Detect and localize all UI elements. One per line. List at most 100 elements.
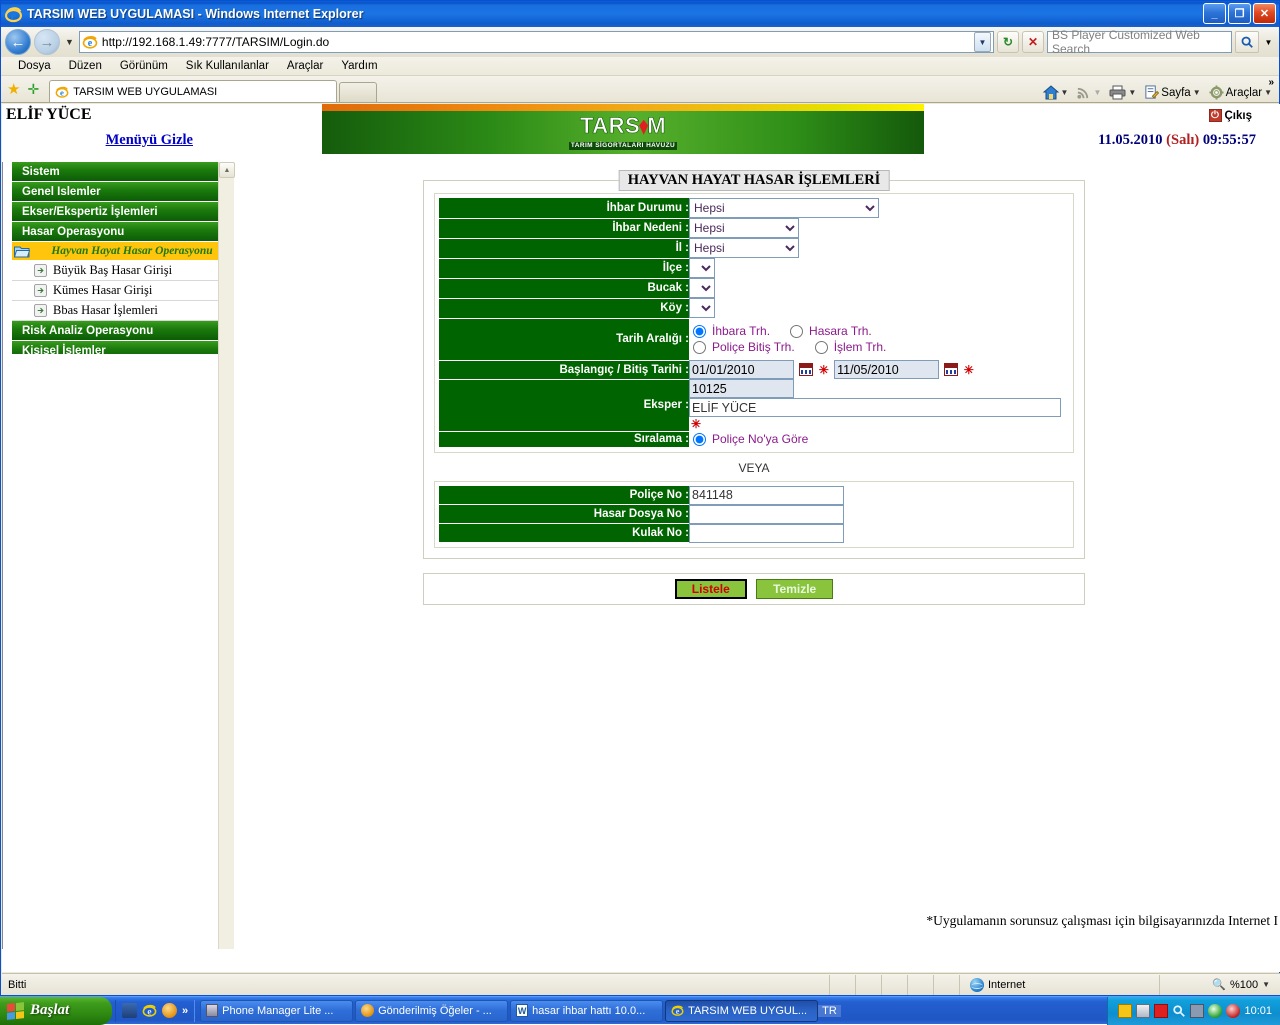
quicklaunch-ie-icon[interactable]: e xyxy=(142,1003,157,1018)
taskbar-item-tarsim-web[interactable]: e TARSIM WEB UYGUL... xyxy=(665,999,819,1022)
row-siralama: Sıralama : Poliçe No'ya Göre xyxy=(439,431,1069,448)
security-zone[interactable]: Internet xyxy=(960,974,1160,995)
refresh-button[interactable]: ↻ xyxy=(997,31,1019,53)
home-button[interactable]: ▼ xyxy=(1040,85,1072,100)
home-icon xyxy=(1042,85,1059,100)
il-select[interactable]: Hepsi xyxy=(689,238,799,258)
sidebar-item-sistem[interactable]: Sistem xyxy=(12,162,228,182)
quicklaunch-app3-icon[interactable] xyxy=(162,1003,177,1018)
status-red-icon[interactable] xyxy=(1226,1003,1241,1018)
tools-menu-button[interactable]: Araçlar ▼ xyxy=(1206,85,1275,100)
ihbar-durumu-select[interactable]: Hepsi xyxy=(689,198,879,218)
page-menu-dropdown-icon[interactable]: ▼ xyxy=(1193,88,1201,97)
baslangic-tarihi-input[interactable] xyxy=(689,360,794,379)
sidebar-item-risk-analiz-operasyonu[interactable]: Risk Analiz Operasyonu xyxy=(12,321,228,341)
zoom-dropdown-icon[interactable]: ▼ xyxy=(1262,980,1270,989)
sidebar-item-hasar-operasyonu[interactable]: Hasar Operasyonu xyxy=(12,222,228,242)
bucak-select[interactable] xyxy=(689,278,715,298)
add-favorite-icon[interactable]: ✛ xyxy=(27,81,39,98)
back-button[interactable]: ← xyxy=(5,29,31,55)
temizle-button[interactable]: Temizle xyxy=(756,579,834,599)
eksper-kod-input[interactable] xyxy=(689,379,794,398)
calendar-icon[interactable] xyxy=(944,362,959,376)
favorites-star-icon[interactable]: ★ xyxy=(7,80,20,98)
sidebar-item-kisisel-islemler[interactable]: Kişisel İşlemler xyxy=(12,341,228,354)
menu-item-duzen[interactable]: Düzen xyxy=(60,60,111,72)
siralama-radio-row: Poliçe No'ya Göre xyxy=(689,431,1069,447)
ihbar-nedeni-select[interactable]: Hepsi xyxy=(689,218,799,238)
status-green-icon[interactable] xyxy=(1208,1003,1223,1018)
koy-select[interactable] xyxy=(689,298,715,318)
sidebar-subitem-buyuk-bas-hasar-girisi[interactable]: Büyük Baş Hasar Girişi xyxy=(12,261,228,281)
search-tray-icon[interactable] xyxy=(1172,1004,1186,1018)
row-koy: Köy : xyxy=(439,298,1069,319)
label-baslangic-bitis: Başlangıç / Bitiş Tarihi : xyxy=(439,360,689,380)
history-dropdown-icon[interactable]: ▼ xyxy=(63,37,76,47)
main-content-frame: TARS M TARIM SİGORTALARI HAVUZU ⏻ Çıkış 1… xyxy=(238,104,1280,972)
hasar-dosya-no-input[interactable] xyxy=(689,504,844,524)
sidebar-subitem-kumes-hasar-girisi[interactable]: Kümes Hasar Girişi xyxy=(12,281,228,301)
sidebar-item-eksper-ekspertiz[interactable]: Ekser/Ekspertiz İşlemleri xyxy=(12,202,228,222)
sidebar-subitem-bbas-hasar-islemleri[interactable]: Bbas Hasar İşlemleri xyxy=(12,301,228,321)
ilce-select[interactable] xyxy=(689,258,715,278)
zoom-control[interactable]: 🔍 %100 ▼ xyxy=(1160,978,1280,992)
radio-ihbara-trh[interactable] xyxy=(693,324,706,338)
menu-item-gorunum[interactable]: Görünüm xyxy=(111,60,177,72)
quicklaunch-app1-icon[interactable] xyxy=(122,1003,137,1018)
taskbar-item-phone-manager[interactable]: Phone Manager Lite ... xyxy=(200,999,354,1022)
address-input[interactable]: e http://192.168.1.49:7777/TARSIM/Login.… xyxy=(78,31,994,53)
listele-button[interactable]: Listele xyxy=(674,579,747,599)
print-dropdown-icon[interactable]: ▼ xyxy=(1128,88,1136,97)
start-button[interactable]: Başlat xyxy=(0,996,112,1025)
forward-button[interactable]: → xyxy=(34,29,60,55)
kulak-no-input[interactable] xyxy=(689,523,844,543)
radio-police-noya-gore[interactable] xyxy=(693,432,706,446)
search-dropdown-icon[interactable]: ▼ xyxy=(1262,31,1275,53)
language-indicator[interactable]: TR xyxy=(818,1004,841,1017)
document-icon[interactable] xyxy=(1136,1003,1151,1018)
menu-item-yardim[interactable]: Yardım xyxy=(332,60,386,72)
hide-menu-link[interactable]: Menüyü Gizle xyxy=(106,132,193,148)
sidebar-item-hayvan-hayat-hasar-operasyonu[interactable]: Hayvan Hayat Hasar Operasyonu xyxy=(12,242,228,261)
radio-islem-trh[interactable] xyxy=(814,340,828,354)
label-hasar-dosya-no: Hasar Dosya No : xyxy=(439,504,689,524)
feeds-button[interactable]: ▼ xyxy=(1073,85,1104,100)
print-button[interactable]: ▼ xyxy=(1106,85,1139,100)
taskbar-clock[interactable]: 10:01 xyxy=(1244,1005,1272,1017)
radio-police-bitis-trh[interactable] xyxy=(693,340,706,354)
maximize-button[interactable]: ❐ xyxy=(1228,3,1251,24)
close-button[interactable]: ✕ xyxy=(1253,3,1276,24)
svg-text:e: e xyxy=(88,38,93,49)
mail-icon[interactable] xyxy=(1118,1003,1133,1018)
quicklaunch-overflow-icon[interactable]: » xyxy=(182,1005,188,1017)
menu-item-araclar[interactable]: Araçlar xyxy=(278,60,332,72)
taskbar-item-gonderilmis-ogeler[interactable]: Gönderilmiş Öğeler - ... xyxy=(355,999,509,1022)
search-go-button[interactable] xyxy=(1235,31,1259,53)
folder-open-icon xyxy=(14,246,30,257)
search-input[interactable]: BS Player Customized Web Search xyxy=(1047,28,1232,56)
left-frame-vertical-scrollbar[interactable]: ▲ ▼ xyxy=(218,162,235,949)
tab-tarsim[interactable]: e TARSIM WEB UYGULAMASI xyxy=(49,80,338,102)
network-icon[interactable] xyxy=(1190,1003,1205,1018)
sidebar-item-genel-islemler[interactable]: Genel Islemler xyxy=(12,182,228,202)
page-menu-button[interactable]: Sayfa ▼ xyxy=(1141,85,1203,100)
address-dropdown-icon[interactable]: ▼ xyxy=(974,32,991,52)
new-tab-button[interactable] xyxy=(339,82,378,102)
menu-item-sik-kullanilanlar[interactable]: Sık Kullanılanlar xyxy=(177,60,278,72)
radio-hasara-trh[interactable] xyxy=(790,324,804,338)
home-dropdown-icon[interactable]: ▼ xyxy=(1061,88,1069,97)
calendar-icon[interactable] xyxy=(799,362,814,376)
tools-menu-dropdown-icon[interactable]: ▼ xyxy=(1264,88,1272,97)
bitis-tarihi-input[interactable] xyxy=(834,360,940,379)
stop-button[interactable]: ✕ xyxy=(1022,31,1044,53)
logout-button[interactable]: ⏻ Çıkış xyxy=(1208,109,1252,122)
police-no-input[interactable] xyxy=(689,485,844,505)
taskbar-item-hasar-ihbar-hatti[interactable]: W hasar ihbar hattı 10.0... xyxy=(510,999,664,1022)
phone-tray-icon[interactable] xyxy=(1154,1003,1169,1018)
minimize-button[interactable]: _ xyxy=(1203,3,1226,24)
scroll-up-button[interactable]: ▲ xyxy=(219,162,235,178)
eksper-ad-input[interactable] xyxy=(689,398,1061,417)
menu-item-dosya[interactable]: Dosya xyxy=(9,60,60,72)
label-ihbar-nedeni: İhbar Nedeni : xyxy=(439,218,689,239)
browser-status-bar: Bitti Internet 🔍 %100 ▼ xyxy=(2,973,1280,995)
